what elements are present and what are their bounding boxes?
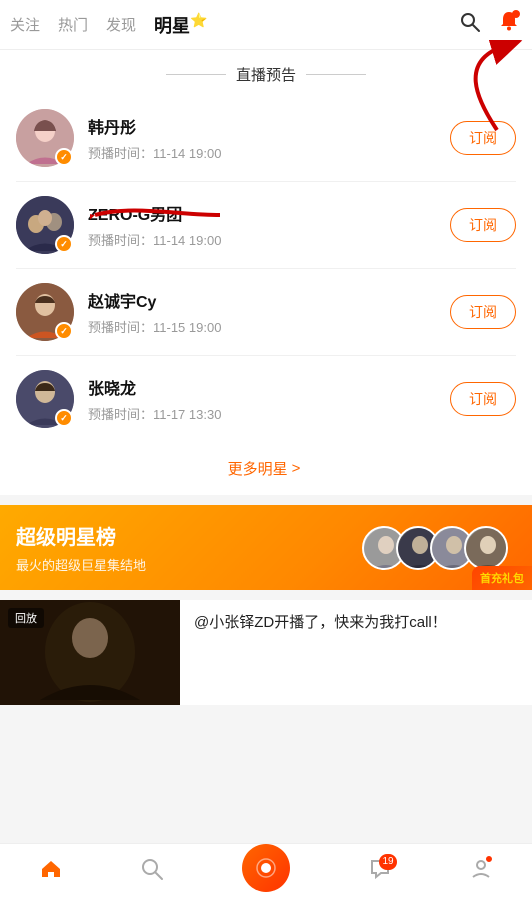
banner-avatar-4 bbox=[464, 526, 508, 570]
avatar-wrap-2 bbox=[16, 196, 74, 254]
super-star-banner[interactable]: 超级明星榜 最火的超级巨星集结地 bbox=[0, 505, 532, 590]
bottom-nav: 19 bbox=[0, 843, 532, 899]
subscribe-btn-2[interactable]: 订阅 bbox=[450, 208, 516, 242]
home-icon bbox=[39, 857, 63, 887]
more-stars-link[interactable]: 更多明星 > bbox=[0, 442, 532, 495]
tab-discover[interactable]: 发现 bbox=[106, 14, 136, 35]
banner-avatar-svg-4 bbox=[466, 528, 508, 570]
star-name-4: 张晓龙 bbox=[88, 375, 450, 399]
verified-badge-3 bbox=[55, 322, 73, 340]
verified-badge-4 bbox=[55, 409, 73, 427]
divider-left bbox=[166, 74, 226, 75]
star-time-1: 预播时间：11-14 19:00 bbox=[88, 143, 450, 162]
video-title[interactable]: @小张铎ZD开播了，快来为我打call！ bbox=[194, 612, 447, 635]
avatar-wrap-1 bbox=[16, 109, 74, 167]
bell-button[interactable] bbox=[496, 9, 522, 41]
search-button[interactable] bbox=[458, 10, 482, 40]
main-content: 直播预告 bbox=[0, 50, 532, 765]
star-info-1: 韩丹彤 预播时间：11-14 19:00 bbox=[88, 114, 450, 162]
bottom-nav-live[interactable] bbox=[242, 844, 290, 899]
star-item-3: 赵诚宇Cy 预播时间：11-15 19:00 订阅 bbox=[16, 269, 516, 356]
verified-badge-1 bbox=[55, 148, 73, 166]
banner-subtitle: 最火的超级巨星集结地 bbox=[16, 555, 362, 574]
bell-icon bbox=[496, 9, 522, 35]
star-name-3: 赵诚宇Cy bbox=[88, 288, 450, 312]
avatar-wrap-4 bbox=[16, 370, 74, 428]
arrow-left bbox=[90, 185, 230, 245]
bottom-nav-messages[interactable]: 19 bbox=[368, 857, 392, 887]
arrow-up-right bbox=[407, 40, 527, 140]
nav-icons bbox=[458, 9, 522, 41]
banner-title: 超级明星榜 bbox=[16, 521, 362, 550]
video-content: @小张铎ZD开播了，快来为我打call！ bbox=[180, 600, 532, 705]
video-thumbnail[interactable]: 回放 bbox=[0, 600, 180, 705]
banner-text: 超级明星榜 最火的超级巨星集结地 bbox=[16, 521, 362, 574]
bottom-nav-search[interactable] bbox=[140, 857, 164, 887]
divider-right bbox=[306, 74, 366, 75]
tab-hot[interactable]: 热门 bbox=[58, 14, 88, 35]
search-icon bbox=[458, 10, 482, 34]
video-section: 回放 @小张铎ZD开播了，快来为我打call！ bbox=[0, 600, 532, 705]
star-item-4: 张晓龙 预播时间：11-17 13:30 订阅 bbox=[16, 356, 516, 442]
star-info-4: 张晓龙 预播时间：11-17 13:30 bbox=[88, 375, 450, 423]
star-time-4: 预播时间：11-17 13:30 bbox=[88, 404, 450, 423]
message-badge: 19 bbox=[379, 854, 396, 870]
bottom-nav-profile[interactable] bbox=[469, 857, 493, 887]
search-nav-icon bbox=[140, 857, 164, 887]
star-info-3: 赵诚宇Cy 预播时间：11-15 19:00 bbox=[88, 288, 450, 336]
avatar-wrap-3 bbox=[16, 283, 74, 341]
bottom-nav-home[interactable] bbox=[39, 857, 63, 887]
star-list: 韩丹彤 预播时间：11-14 19:00 订阅 bbox=[0, 95, 532, 442]
live-button[interactable] bbox=[242, 844, 290, 892]
profile-dot bbox=[485, 855, 493, 863]
star-name-1: 韩丹彤 bbox=[88, 114, 450, 138]
subscribe-btn-4[interactable]: 订阅 bbox=[450, 382, 516, 416]
star-time-3: 预播时间：11-15 19:00 bbox=[88, 317, 450, 336]
subscribe-btn-3[interactable]: 订阅 bbox=[450, 295, 516, 329]
more-stars-arrow: > bbox=[292, 460, 301, 477]
tab-star[interactable]: 明星 bbox=[154, 12, 207, 38]
banner-avatars bbox=[362, 526, 508, 570]
verified-badge-2 bbox=[55, 235, 73, 253]
replay-badge: 回放 bbox=[8, 608, 44, 628]
tab-follow[interactable]: 关注 bbox=[10, 14, 40, 35]
gift-badge[interactable]: 首充礼包 bbox=[472, 566, 532, 590]
section-title: 直播预告 bbox=[236, 64, 296, 85]
more-stars-label: 更多明星 bbox=[228, 458, 288, 479]
nav-tabs: 关注 热门 发现 明星 bbox=[10, 12, 207, 38]
